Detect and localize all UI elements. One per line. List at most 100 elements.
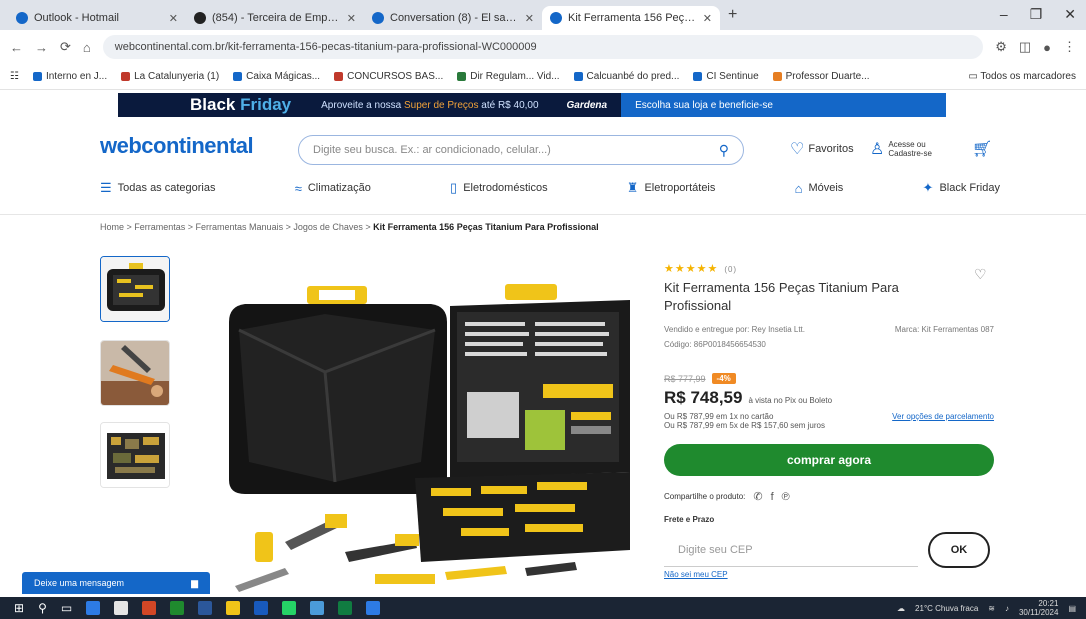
buy-now-button[interactable]: comprar agora <box>664 444 994 476</box>
forward-icon[interactable]: → <box>35 40 48 55</box>
volume-icon[interactable]: ♪ <box>1005 604 1009 613</box>
search-input[interactable]: Digite seu busca. Ex.: ar condicionado, … <box>298 135 744 165</box>
browser-tab[interactable]: Outlook - Hotmail ✕ <box>8 6 186 30</box>
breadcrumb-links[interactable]: Home > Ferramentas > Ferramentas Manuais… <box>100 222 371 232</box>
product-thumbnail[interactable] <box>100 256 170 322</box>
close-icon[interactable]: ✕ <box>347 12 356 25</box>
browser-tab[interactable]: Conversation (8) - El sabiduría... ✕ <box>364 6 542 30</box>
facebook-icon[interactable]: f <box>771 491 774 503</box>
bookmark-favicon-icon <box>457 72 467 81</box>
app-icon[interactable] <box>366 601 381 615</box>
clock-date: 30/11/2024 <box>1018 608 1059 617</box>
cart-link[interactable]: 🛒︎ <box>972 139 992 159</box>
tab-favicon-icon <box>16 12 28 24</box>
promo-band-text: Escolha sua loja e beneficie-se <box>621 93 946 117</box>
nav-eletrodomesticos[interactable]: ▯ Eletrodomésticos <box>450 180 548 196</box>
extensions-icon[interactable]: ⚙ <box>995 39 1007 55</box>
bookmark-folder[interactable]: ▭ Todos os marcadores <box>968 71 1076 82</box>
nav-label: Todas as categorias <box>117 182 216 194</box>
nav-climatizacao[interactable]: ≈ Climatização <box>295 181 371 196</box>
app-icon[interactable] <box>198 601 213 615</box>
menu-icon[interactable]: ⋮ <box>1063 39 1076 55</box>
rating[interactable]: ★★★★★ (0) <box>664 262 994 275</box>
reload-icon[interactable]: ⟳ <box>60 39 71 55</box>
nav-label: Móveis <box>808 182 844 194</box>
browser-tab[interactable]: (854) - Terceira de Emprende... ✕ <box>186 6 364 30</box>
bookmark-item[interactable]: La Catalunyeria (1) <box>121 71 219 82</box>
tab-label: Conversation (8) - El sabiduría... <box>390 12 519 24</box>
breadcrumb-current: Kit Ferramenta 156 Peças Titanium Para P… <box>373 222 599 232</box>
installment-line: Ou R$ 787,99 em 5x de R$ 157,60 sem juro… <box>664 421 825 430</box>
clock[interactable]: 20:21 30/11/2024 <box>1019 599 1058 617</box>
nav-black-friday[interactable]: ✦ Black Friday <box>923 180 1000 196</box>
bookmark-item[interactable]: Interno en J... <box>32 71 107 82</box>
bookmark-item[interactable]: Calcuanbé do pred... <box>573 71 679 82</box>
sofa-icon: ⌂ <box>794 180 803 196</box>
browser-tab-active[interactable]: Kit Ferramenta 156 Peças Titan... ✕ <box>542 6 720 30</box>
url-field[interactable]: webcontinental.com.br/kit-ferramenta-156… <box>102 35 984 59</box>
promo-partner-logo: Gardena <box>566 99 608 111</box>
cep-input[interactable]: Digite seu CEP <box>664 533 918 567</box>
product-thumbnail[interactable] <box>100 422 170 488</box>
product-thumbnail[interactable] <box>100 340 170 406</box>
promo-banner[interactable]: Black Friday Aproveite a nossa Super de … <box>118 93 946 117</box>
seller-text[interactable]: Vendido e entregue por: Rey Insetia Ltt. <box>664 325 805 334</box>
whatsapp-icon[interactable]: ✆ <box>753 490 762 503</box>
app-icon[interactable] <box>114 601 129 615</box>
app-icon[interactable] <box>142 601 157 615</box>
new-tab-icon[interactable]: + <box>728 6 737 24</box>
home-icon[interactable]: ⌂ <box>83 40 91 55</box>
minimize-icon[interactable]: – <box>1000 6 1008 23</box>
app-icon[interactable] <box>254 601 269 615</box>
bookmark-item[interactable]: Professor Duarte... <box>772 71 870 82</box>
product-main-image[interactable] <box>225 282 630 594</box>
cep-ok-button[interactable]: OK <box>928 532 990 568</box>
back-icon[interactable]: ← <box>10 40 23 55</box>
profile-icon[interactable]: ● <box>1043 40 1051 55</box>
apps-icon[interactable]: ☷ <box>10 71 19 82</box>
notification-icon[interactable]: ▤ <box>1068 604 1076 613</box>
maximize-icon[interactable]: ❐ <box>1030 6 1043 23</box>
bookmark-item[interactable]: Dir Regulam... Vid... <box>457 71 560 82</box>
tab-favicon-icon <box>372 12 384 24</box>
brand-text[interactable]: Marca: Kit Ferramentas 087 <box>895 325 994 334</box>
nav-eletroportateis[interactable]: ♜ Eletroportáteis <box>627 180 716 196</box>
close-icon[interactable]: ✕ <box>169 12 178 25</box>
nav-all-categories[interactable]: ☰ Todas as categorias <box>100 180 216 196</box>
task-view-icon[interactable]: ▭ <box>61 601 72 615</box>
chat-widget[interactable]: Deixe uma mensagem ▆ <box>22 572 210 594</box>
app-icon[interactable] <box>86 601 101 615</box>
app-icon[interactable] <box>310 601 325 615</box>
search-icon[interactable]: ⚲ <box>38 601 47 615</box>
installments: Ou R$ 787,99 em 1x no cartão Ou R$ 787,9… <box>664 412 994 430</box>
wifi-icon[interactable]: ≋ <box>988 604 995 613</box>
bookmark-favicon-icon <box>772 72 782 81</box>
pinterest-icon[interactable]: ℗ <box>782 491 790 503</box>
close-window-icon[interactable]: ✕ <box>1064 6 1076 23</box>
account-link[interactable]: ♙ Acesse ou Cadastre-se <box>870 139 948 159</box>
close-icon[interactable]: ✕ <box>703 12 712 25</box>
app-icon[interactable] <box>282 601 297 615</box>
nav-moveis[interactable]: ⌂ Móveis <box>795 181 844 196</box>
bookmark-favicon-icon <box>32 72 42 81</box>
windows-start-icon[interactable]: ⊞ <box>14 601 24 615</box>
bookmark-favicon-icon <box>334 72 344 81</box>
taskbar: ⊞ ⚲ ▭ ☁ 21°C Chuva fraca ≋ ♪ 20:21 30/11/… <box>0 597 1086 619</box>
bookmark-favicon-icon <box>693 72 703 81</box>
bookmark-item[interactable]: CONCURSOS BAS... <box>334 71 443 82</box>
search-icon[interactable]: ⚲ <box>719 142 729 159</box>
nav-label: Climatização <box>307 182 371 194</box>
app-icon[interactable] <box>170 601 185 615</box>
app-icon[interactable] <box>226 601 241 615</box>
wishlist-link[interactable]: ♡ Favoritos <box>790 139 854 159</box>
site-logo[interactable]: webcontinental <box>100 133 254 159</box>
weather-text[interactable]: 21°C Chuva fraca <box>915 604 978 613</box>
app-icon[interactable] <box>338 601 353 615</box>
sidebar-icon[interactable]: ◫ <box>1019 39 1031 55</box>
bookmark-item[interactable]: CI Sentinue <box>693 71 759 82</box>
clock-time: 20:21 <box>1038 599 1059 608</box>
installment-options-link[interactable]: Ver opções de parcelamento <box>892 412 994 430</box>
close-icon[interactable]: ✕ <box>525 12 534 25</box>
unknown-cep-link[interactable]: Não sei meu CEP <box>664 570 994 579</box>
bookmark-item[interactable]: Caixa Mágicas... <box>233 71 320 82</box>
